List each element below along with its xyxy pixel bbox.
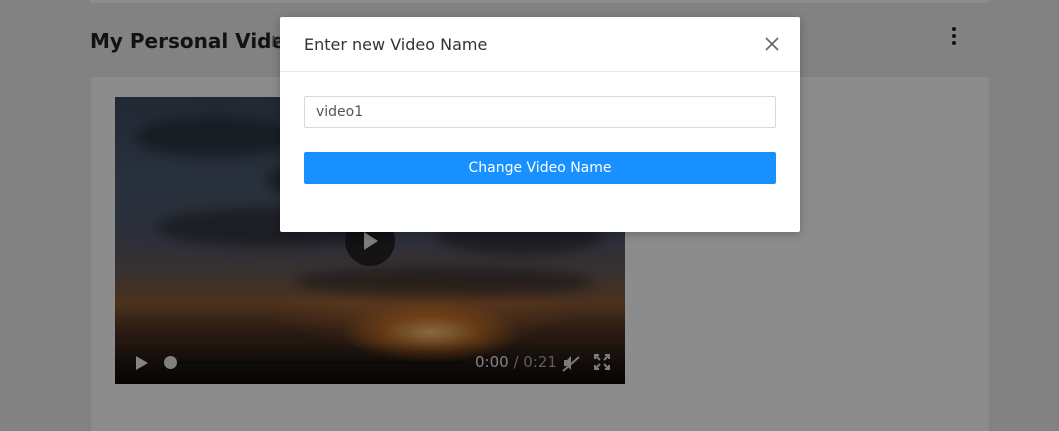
modal-header: Enter new Video Name [280,17,800,72]
change-video-name-button[interactable]: Change Video Name [304,152,776,184]
close-icon[interactable] [764,36,780,52]
video-name-input[interactable] [304,96,776,128]
rename-video-modal: Enter new Video Name Change Video Name [280,17,800,232]
modal-body: Change Video Name [280,72,800,208]
modal-title: Enter new Video Name [304,35,488,54]
